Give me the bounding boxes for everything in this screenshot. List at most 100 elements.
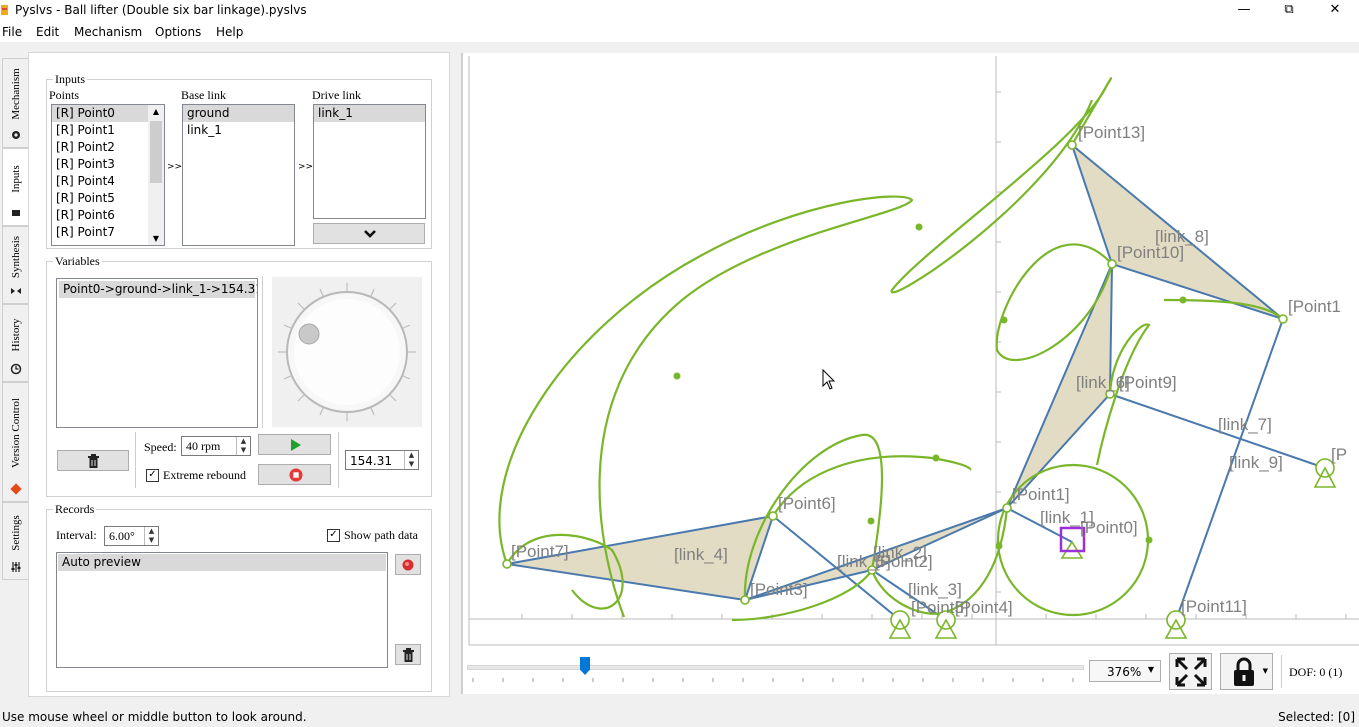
record-button[interactable] — [395, 554, 421, 575]
trash-icon — [88, 454, 99, 468]
remove-variable-button[interactable] — [57, 450, 129, 471]
label-point3: [Point3] — [750, 580, 808, 599]
tab-mechanism-label: Mechanism — [9, 68, 22, 120]
label-point7: [Point7] — [511, 542, 569, 561]
show-path-checkbox[interactable]: ✓ — [327, 529, 340, 542]
lock-button[interactable]: ▼ — [1220, 653, 1273, 690]
base-link-label: Base link — [181, 88, 226, 102]
add-variable-button[interactable] — [313, 223, 425, 244]
variables-list[interactable]: Point0->ground->link_1->154.31 — [56, 278, 258, 428]
angle-dial[interactable] — [272, 277, 422, 427]
divider — [338, 432, 339, 488]
label-point13: [Point13] — [1078, 123, 1145, 142]
stop-button[interactable] — [258, 464, 331, 485]
label-point0: [Point0] — [1080, 518, 1138, 537]
divider — [135, 432, 136, 488]
animation-slider[interactable] — [467, 652, 1084, 688]
interval-spinbox[interactable]: 6.00° ▲ ▼ — [104, 526, 159, 546]
spin-arrows[interactable]: ▲ ▼ — [404, 451, 418, 469]
variables-group: Variables Point0->ground->link_1->154.31 — [46, 254, 432, 497]
drive-link-list[interactable]: link_1 — [313, 104, 426, 219]
canvas-drawing[interactable]: [Point13] [Point10] [Point1 [Point9] [li… — [463, 53, 1359, 694]
gear-icon — [12, 131, 20, 139]
delete-record-button[interactable] — [395, 644, 421, 665]
window-title: Pyslvs - Ball lifter (Double six bar lin… — [15, 3, 307, 17]
extreme-rebound-checkbox[interactable]: ✓ — [146, 469, 159, 482]
list-item[interactable]: Auto preview — [58, 554, 386, 571]
label-point12: [Point1 — [1288, 297, 1341, 316]
points-list[interactable]: [R] Point0 [R] Point1 [R] Point2 [R] Poi… — [51, 104, 165, 246]
show-path-label: Show path data — [344, 528, 418, 542]
speed-spinbox[interactable]: 40 rpm ▲ ▼ — [181, 436, 251, 456]
menu-help[interactable]: Help — [216, 25, 243, 39]
label-link4: [link_4] — [674, 545, 728, 564]
tab-version-control-label: Version Control — [9, 397, 22, 468]
angle-value: 154.31 — [350, 454, 392, 468]
interval-label: Interval: — [56, 528, 97, 542]
record-icon — [402, 559, 414, 571]
label-link6: [link_6] — [1076, 373, 1130, 392]
inputs-panel: Inputs Points Base link Drive link [R] P… — [28, 52, 450, 697]
mechanism-canvas[interactable]: [Point13] [Point10] [Point1 [Point9] [li… — [461, 53, 1359, 694]
menu-file[interactable]: File — [2, 25, 22, 39]
inputs-group-title: Inputs — [53, 72, 87, 87]
angle-spinbox[interactable]: 154.31 ▲ ▼ — [345, 450, 419, 470]
chevron-down-icon: ▼ — [1147, 665, 1154, 674]
list-item[interactable]: link_1 — [314, 105, 425, 122]
tab-settings[interactable]: Settings — [2, 502, 29, 580]
label-link5: [link_5] — [837, 552, 891, 571]
menu-edit[interactable]: Edit — [36, 25, 59, 39]
variables-group-title: Variables — [53, 254, 102, 269]
synthesis-icon — [11, 288, 21, 294]
spin-arrows[interactable]: ▲ ▼ — [144, 527, 158, 545]
tab-inputs-label: Inputs — [9, 165, 22, 194]
tab-synthesis-label: Synthesis — [9, 236, 22, 279]
status-bar: Use mouse wheel or middle button to look… — [0, 708, 1359, 727]
zoom-value: 376% — [1107, 665, 1142, 679]
label-link9: [link_9] — [1229, 453, 1283, 472]
add-drive-arrow[interactable]: >> — [298, 162, 313, 172]
title-bar: Pyslvs - Ball lifter (Double six bar lin… — [0, 0, 1359, 22]
points-scrollbar[interactable]: ▲ ▼ — [148, 105, 164, 245]
git-icon — [10, 483, 22, 495]
tab-inputs[interactable]: Inputs — [2, 148, 28, 226]
slider-handle[interactable] — [580, 657, 590, 675]
tab-synthesis[interactable]: Synthesis — [2, 226, 29, 304]
minimize-button[interactable]: — — [1221, 0, 1267, 22]
spin-arrows[interactable]: ▲ ▼ — [236, 437, 250, 455]
zoom-select[interactable]: 376% ▼ — [1089, 660, 1161, 682]
menu-options[interactable]: Options — [155, 25, 201, 39]
speed-label: Speed: — [144, 440, 177, 454]
scroll-thumb[interactable] — [150, 121, 162, 183]
maximize-button[interactable]: ⧉ — [1266, 0, 1312, 22]
sliders-icon — [11, 562, 21, 572]
list-item[interactable]: link_1 — [183, 122, 294, 139]
label-link8: [link_8] — [1155, 227, 1209, 246]
records-list[interactable]: Auto preview — [56, 552, 388, 668]
label-point11: [Point11] — [1181, 597, 1247, 616]
menu-mechanism[interactable]: Mechanism — [74, 25, 142, 39]
trash-icon — [403, 648, 414, 662]
tab-mechanism[interactable]: Mechanism — [2, 58, 29, 148]
fit-view-button[interactable] — [1169, 653, 1212, 690]
inputs-group: Inputs Points Base link Drive link [R] P… — [46, 72, 432, 249]
list-item[interactable]: ground — [183, 105, 294, 122]
selection-status: Selected: [0] — [1278, 710, 1355, 724]
extreme-rebound-label: Extreme rebound — [163, 468, 246, 482]
scroll-up-icon[interactable]: ▲ — [148, 107, 164, 116]
speed-value: 40 rpm — [186, 439, 221, 453]
interval-value: 6.00° — [109, 529, 135, 543]
tab-history[interactable]: History — [2, 304, 29, 382]
label-link7: [link_7] — [1218, 415, 1272, 434]
close-button[interactable]: ✕ — [1312, 0, 1358, 22]
stop-icon — [289, 468, 303, 482]
input-icon — [12, 210, 20, 216]
base-link-list[interactable]: ground link_1 — [182, 104, 295, 246]
drive-link-label: Drive link — [312, 88, 361, 102]
scroll-down-icon[interactable]: ▼ — [148, 234, 164, 243]
chevron-down-icon[interactable]: ▼ — [1263, 667, 1268, 675]
list-item[interactable]: Point0->ground->link_1->154.31 — [59, 281, 257, 298]
add-base-arrow[interactable]: >> — [167, 162, 182, 172]
play-button[interactable] — [258, 434, 331, 455]
tab-version-control[interactable]: Version Control — [2, 382, 29, 502]
